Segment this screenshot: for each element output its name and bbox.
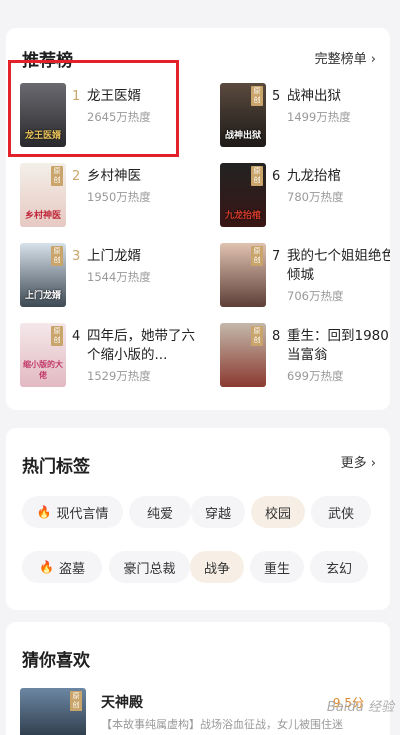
hot-tags-card: 热门标签 更多 › 🔥 现代言情 纯爱 穿越 校园 武侠 🔥 盗墓 豪门总裁 战争 … [6,428,390,610]
book-title[interactable]: 天神殿 [101,692,143,712]
tag-label: 重生 [263,561,290,577]
cover-title: 九龙抬棺 [224,211,261,221]
original-badge: 原创 [70,691,82,711]
book-description: 【本故事纯属虚构】战场浴血征战，女儿被围住迷 [101,718,343,731]
book-heat: 706万热度 [287,289,344,303]
tags-title: 热门标签 [22,457,90,477]
cover-title: 上门龙婿 [24,291,61,301]
book-heat: 1499万热度 [287,110,351,124]
book-item[interactable]: 原创 7 我的七个姐姐绝色倾城 706万热度 [220,243,390,313]
original-badge: 原创 [251,246,263,266]
original-badge: 原创 [51,326,63,346]
cover-title: 乡村神医 [24,211,61,221]
book-item[interactable]: 原创 战神出狱 5 战神出狱 1499万热度 [220,83,390,153]
book-title: 上门龙婿 [87,248,141,264]
original-badge: 原创 [251,326,263,346]
book-cover[interactable]: 原创 [20,688,86,735]
tag-label: 校园 [264,506,291,522]
book-title: 我的七个姐姐绝色倾城 [287,248,390,283]
book-item[interactable]: 原创 8 重生：回到1980当富翁 699万热度 [220,323,390,393]
tag-chip[interactable]: 武侠 [311,496,371,528]
book-title: 重生：回到1980当富翁 [287,328,389,363]
rank-number: 2 [72,169,81,184]
tag-chip[interactable]: 重生 [250,551,304,583]
book-cover: 原创 [220,323,266,387]
highlight-box [8,60,179,157]
tag-chip[interactable]: 战争 [190,551,244,583]
rank-number: 5 [272,89,281,104]
tag-label: 穿越 [204,506,231,522]
rank-number: 3 [72,249,81,264]
cover-title: 缩小版的大佬 [23,360,63,380]
book-heat: 1529万热度 [87,369,151,383]
book-item[interactable]: 原创 上门龙婿 3 上门龙婿 1544万热度 [20,243,202,313]
tag-chip[interactable]: 🔥 现代言情 [22,496,123,528]
tag-label: 豪门总裁 [123,561,176,577]
book-cover: 原创 九龙抬棺 [220,163,266,227]
book-heat: 780万热度 [287,190,344,204]
book-title: 战神出狱 [287,88,341,104]
cover-title: 战神出狱 [224,131,261,141]
guess-card: 猜你喜欢 原创 天神殿 9.5分 【本故事纯属虚构】战场浴血征战，女儿被围住迷 [6,622,390,735]
tag-chip[interactable]: 玄幻 [310,551,368,583]
book-cover: 原创 上门龙婿 [20,243,66,307]
book-cover: 原创 [220,243,266,307]
watermark: Baidu 经验 [326,700,394,715]
guess-title: 猜你喜欢 [22,651,90,671]
book-cover: 原创 乡村神医 [20,163,66,227]
book-title: 四年后，她带了六个缩小版的... [87,328,195,363]
original-badge: 原创 [251,86,263,106]
original-badge: 原创 [51,166,63,186]
book-cover: 原创 缩小版的大佬 [20,323,66,387]
full-ranking-link[interactable]: 完整榜单 › [315,48,376,67]
book-heat: 699万热度 [287,369,344,383]
fire-icon: 🔥 [36,505,52,519]
book-item[interactable]: 原创 乡村神医 2 乡村神医 1950万热度 [20,163,202,233]
rank-number: 7 [272,249,281,264]
book-title: 乡村神医 [87,168,141,184]
book-item[interactable]: 原创 缩小版的大佬 4 四年后，她带了六个缩小版的... 1529万热度 [20,323,202,393]
tag-label: 武侠 [327,506,354,522]
tag-label: 纯爱 [146,506,173,522]
tag-chip[interactable]: 纯爱 [129,496,191,528]
book-cover: 原创 战神出狱 [220,83,266,147]
original-badge: 原创 [251,166,263,186]
rank-number: 4 [72,329,81,344]
tag-label: 盗墓 [58,561,85,577]
book-heat: 1544万热度 [87,270,151,284]
book-item[interactable]: 原创 九龙抬棺 6 九龙抬棺 780万热度 [220,163,390,233]
tag-chip[interactable]: 豪门总裁 [109,551,190,583]
tag-chip[interactable]: 穿越 [191,496,245,528]
tag-chip[interactable]: 🔥 盗墓 [22,551,102,583]
tag-chip[interactable]: 校园 [251,496,305,528]
book-heat: 1950万热度 [87,190,151,204]
tag-label: 战争 [203,561,230,577]
rank-number: 8 [272,329,281,344]
tag-label: 现代言情 [56,506,109,522]
tag-label: 玄幻 [325,561,352,577]
book-title: 九龙抬棺 [287,168,341,184]
rank-number: 6 [272,169,281,184]
fire-icon: 🔥 [39,560,54,574]
original-badge: 原创 [51,246,63,266]
more-tags-link[interactable]: 更多 › [341,452,376,471]
